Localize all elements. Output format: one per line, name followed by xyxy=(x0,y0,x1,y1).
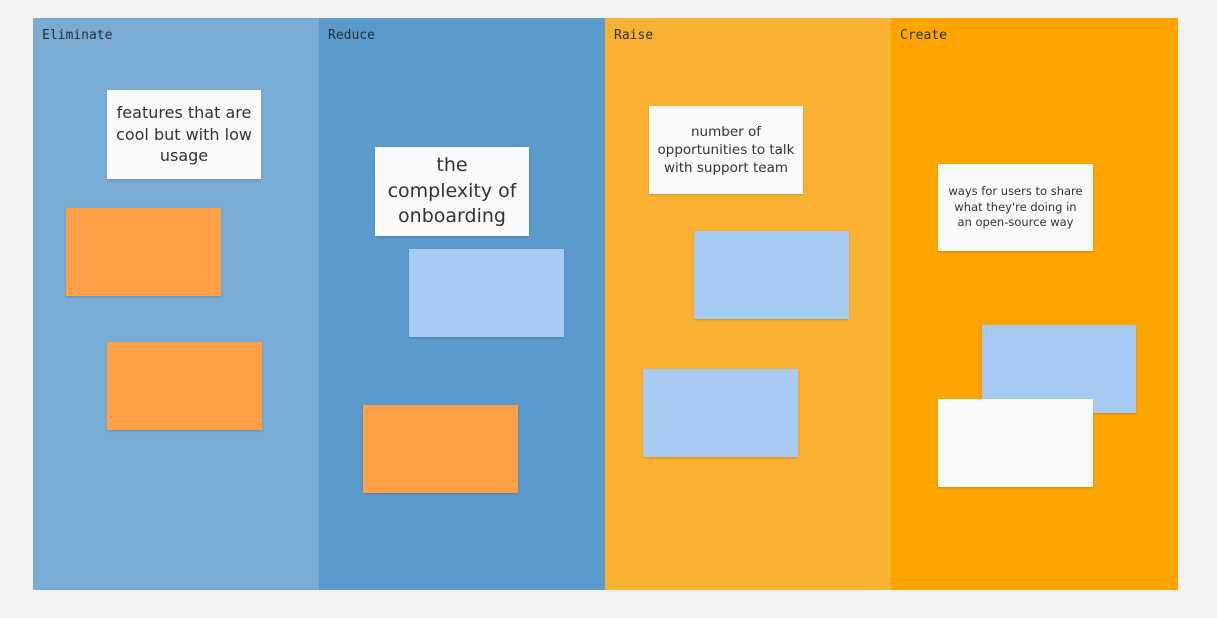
sticky-note-blank[interactable] xyxy=(938,399,1093,487)
sticky-note-blank[interactable] xyxy=(409,249,564,337)
column-create: Create xyxy=(891,18,1178,590)
sticky-note-blank[interactable] xyxy=(363,405,518,493)
sticky-note-raise[interactable]: number of opportunities to talk with sup… xyxy=(649,106,803,194)
column-title: Raise xyxy=(614,28,654,43)
sticky-note-create[interactable]: ways for users to share what they're doi… xyxy=(938,164,1093,251)
sticky-note-eliminate[interactable]: features that are cool but with low usag… xyxy=(107,90,261,179)
column-title: Create xyxy=(900,28,947,43)
sticky-note-blank[interactable] xyxy=(694,231,849,319)
sticky-note-blank[interactable] xyxy=(107,342,262,430)
sticky-note-blank[interactable] xyxy=(66,208,221,296)
sticky-note-reduce[interactable]: the complexity of onboarding xyxy=(375,147,529,236)
column-title: Reduce xyxy=(328,28,375,43)
sticky-note-blank[interactable] xyxy=(643,369,798,457)
column-title: Eliminate xyxy=(42,28,113,43)
